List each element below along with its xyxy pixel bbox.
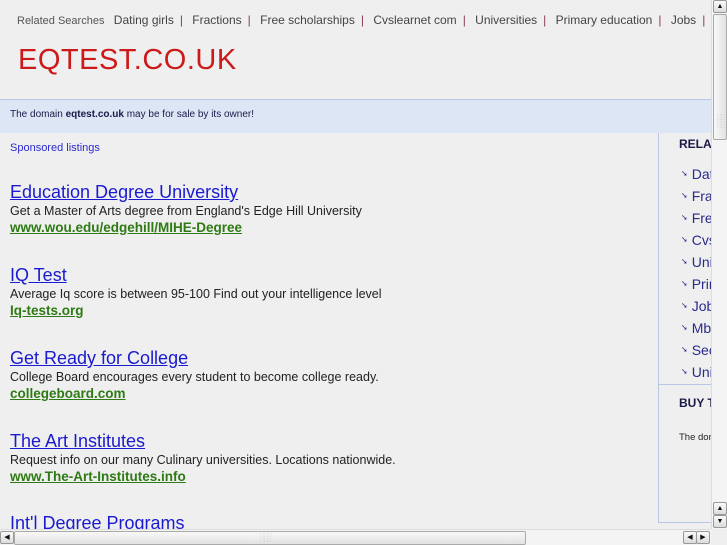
arrow-bullet-icon: ➘ <box>681 323 688 332</box>
listing-item: The Art Institutes Request info on our m… <box>10 431 640 486</box>
related-link-free-scholarships[interactable]: Free scholarships <box>260 13 355 27</box>
arrow-bullet-icon: ➘ <box>681 235 688 244</box>
scroll-right-button[interactable]: ▶ <box>696 531 710 544</box>
sidebar-item[interactable]: ➘Universities <box>681 361 711 383</box>
listing-url[interactable]: Iq-tests.org <box>10 302 84 319</box>
listing-description: Average Iq score is between 95-100 Find … <box>10 287 382 301</box>
arrow-bullet-icon: ➘ <box>681 367 688 376</box>
related-searches-label: Related Searches <box>17 15 105 27</box>
grip-icon: ∷∷∷∷∷∷ <box>260 533 272 544</box>
listing-title[interactable]: Education Degree University <box>10 182 238 202</box>
listing-url[interactable]: collegeboard.com <box>10 385 126 402</box>
arrow-bullet-icon: ➘ <box>681 345 688 354</box>
related-link-jobs[interactable]: Jobs <box>671 13 696 27</box>
domain-sale-banner: The domain eqtest.co.uk may be for sale … <box>0 99 711 133</box>
scroll-left-button[interactable]: ◀ <box>0 531 14 544</box>
sidebar-list: ➘Dating girls ➘Fractions ➘Free scholarsh… <box>681 163 711 383</box>
listing-description: College Board encourages every student t… <box>10 370 379 384</box>
horizontal-scroll-thumb[interactable]: ∷∷∷ ∷∷∷ <box>14 531 526 545</box>
sidebar-item[interactable]: ➘Universities <box>681 251 711 273</box>
grip-icon: ∷∷∷∷∷∷ <box>717 114 725 130</box>
arrow-bullet-icon: ➘ <box>681 257 688 266</box>
vertical-scroll-thumb[interactable]: ∷∷ ∷∷ ∷∷ <box>713 14 727 140</box>
scroll-up-button[interactable]: ▲ <box>713 0 727 13</box>
related-link-fractions[interactable]: Fractions <box>192 13 241 27</box>
sidebar-item[interactable]: ➘Mba <box>681 317 711 339</box>
sidebar-item[interactable]: ➘Primary education <box>681 273 711 295</box>
scroll-left-button-right[interactable]: ◀ <box>683 531 697 544</box>
buy-domain-text: The domain eqtest.co.uk may be for sale … <box>679 432 711 443</box>
related-searches-sidebar: RELATED SEARCHES ➘Dating girls ➘Fraction… <box>658 133 711 523</box>
arrow-bullet-icon: ➘ <box>681 279 688 288</box>
related-link-cvslearnet[interactable]: Cvslearnet com <box>373 13 456 27</box>
listing-title[interactable]: IQ Test <box>10 265 67 285</box>
listing-url[interactable]: www.wou.edu/edgehill/MIHE-Degree <box>10 219 242 236</box>
sidebar-item[interactable]: ➘Cvslearnet com <box>681 229 711 251</box>
site-title: EQTEST.CO.UK <box>18 44 237 76</box>
sponsored-listings-link[interactable]: Sponsored listings <box>10 142 100 154</box>
listing-item: Get Ready for College College Board enco… <box>10 348 640 403</box>
arrow-bullet-icon: ➘ <box>681 213 688 222</box>
banner-prefix: The domain <box>10 109 66 120</box>
listing-description: Get a Master of Arts degree from England… <box>10 204 362 218</box>
sidebar-heading: RELATED SEARCHES <box>679 137 711 151</box>
scroll-down-button[interactable]: ▼ <box>713 515 727 528</box>
arrow-bullet-icon: ➘ <box>681 301 688 310</box>
sidebar-item[interactable]: ➘Secondary education <box>681 339 711 361</box>
scroll-up-button-lower[interactable]: ▲ <box>713 502 727 515</box>
banner-suffix: may be for sale by its owner! <box>123 109 255 120</box>
related-searches-bar: Related Searches Dating girls | Fractions… <box>17 13 706 27</box>
sidebar-item[interactable]: ➘Fractions <box>681 185 711 207</box>
arrow-bullet-icon: ➘ <box>681 191 688 200</box>
buy-domain-heading: BUY THIS DOMAIN <box>679 396 711 410</box>
sidebar-divider <box>659 384 711 385</box>
horizontal-scrollbar[interactable]: ◀ ∷∷∷ ∷∷∷ ◀ ▶ <box>0 529 711 545</box>
listing-description: Request info on our many Culinary univer… <box>10 453 396 467</box>
vertical-scrollbar[interactable]: ▲ ∷∷ ∷∷ ∷∷ ▲ ▼ <box>711 0 727 529</box>
arrow-bullet-icon: ➘ <box>681 169 688 178</box>
listing-url[interactable]: www.The-Art-Institutes.info <box>10 468 186 485</box>
sidebar-item[interactable]: ➘Jobs <box>681 295 711 317</box>
listing-title[interactable]: The Art Institutes <box>10 431 145 451</box>
related-link-dating-girls[interactable]: Dating girls <box>114 13 174 27</box>
listing-title[interactable]: Int'l Degree Programs <box>10 513 185 529</box>
listing-item: Education Degree University Get a Master… <box>10 182 640 237</box>
related-link-primary-education[interactable]: Primary education <box>556 13 653 27</box>
scrollbar-corner <box>711 529 727 545</box>
sidebar-item[interactable]: ➘Free scholarships <box>681 207 711 229</box>
listing-item: IQ Test Average Iq score is between 95-1… <box>10 265 640 320</box>
sidebar-item[interactable]: ➘Dating girls <box>681 163 711 185</box>
listing-title[interactable]: Get Ready for College <box>10 348 188 368</box>
listing-item: Int'l Degree Programs <box>10 513 640 529</box>
related-link-universities[interactable]: Universities <box>475 13 537 27</box>
page-viewport: Related Searches Dating girls | Fractions… <box>0 0 711 529</box>
banner-domain: eqtest.co.uk <box>65 109 124 120</box>
